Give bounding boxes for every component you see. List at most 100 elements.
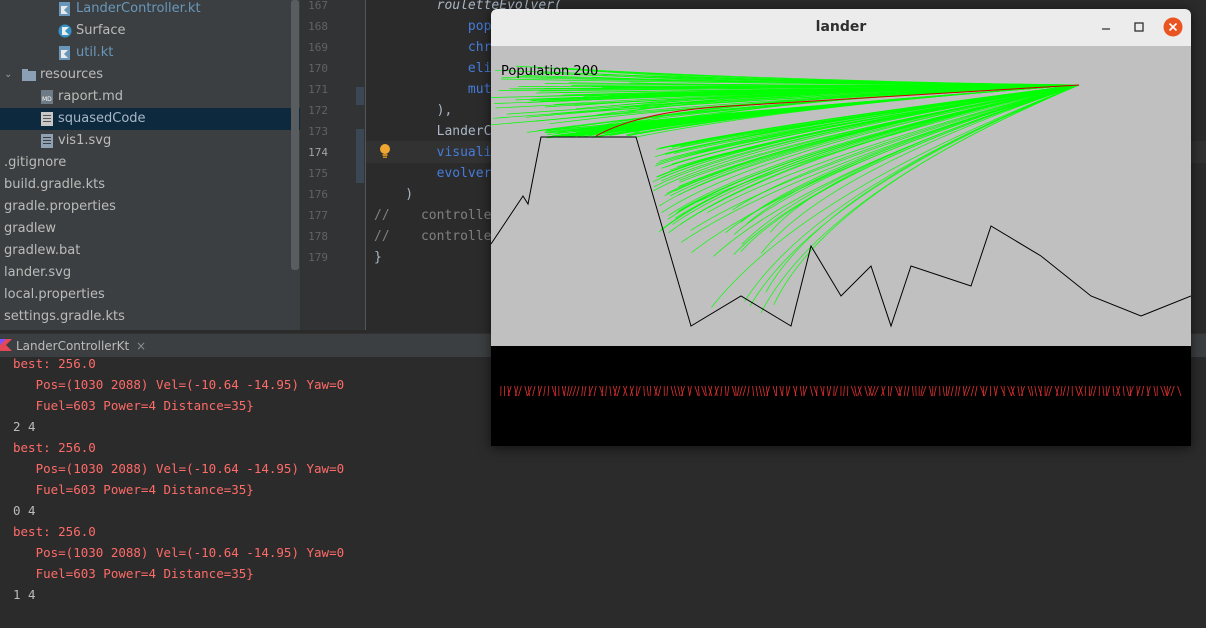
code-line[interactable]: LanderC <box>374 121 492 142</box>
tree-item[interactable]: local.properties <box>0 284 300 306</box>
tree-item[interactable]: util.kt <box>0 42 300 64</box>
fitness-bar <box>822 385 825 397</box>
line-number: 179 <box>308 251 328 264</box>
fitness-bar <box>689 385 692 397</box>
code-line[interactable]: pop <box>374 16 491 37</box>
tree-item[interactable]: lander.svg <box>0 262 300 284</box>
fitness-bar <box>933 385 937 397</box>
fitness-bar <box>974 385 978 397</box>
close-tab-icon[interactable]: × <box>136 334 146 358</box>
vcs-change-marker[interactable] <box>356 129 364 183</box>
tree-item[interactable]: MD raport.md <box>0 86 300 108</box>
line-number: 174 <box>308 146 328 159</box>
fitness-bar <box>1102 385 1105 397</box>
tree-item-label: resources <box>40 67 104 82</box>
code-line[interactable]: // controlle <box>374 226 491 247</box>
tree-item[interactable]: ⌄ resources <box>0 64 300 86</box>
tree-item[interactable]: squasedCode <box>0 108 300 130</box>
fitness-bar <box>921 385 927 397</box>
fitness-bar <box>995 385 998 397</box>
tree-item[interactable]: vis1.svg <box>0 130 300 152</box>
code-line[interactable]: visuali <box>374 142 492 163</box>
console-line: 0 4 <box>13 503 36 518</box>
fitness-bar <box>674 385 677 397</box>
code-token: pop <box>467 19 492 34</box>
code-token: mut <box>467 82 492 97</box>
code-line[interactable]: chr <box>374 37 491 58</box>
line-number: 169 <box>308 41 328 54</box>
editor-gutter: 167 168 169 170 171 172 173 174 175 176 177 178 179 <box>301 0 366 330</box>
fitness-bar <box>1007 385 1012 397</box>
tree-item-label: Surface <box>76 23 126 38</box>
fitness-bar <box>820 385 824 397</box>
fitness-bar <box>803 385 808 397</box>
fitness-bar <box>609 385 612 397</box>
project-tree: LanderController.kt Surface util.kt ⌄ resour… <box>0 0 300 330</box>
tree-item[interactable]: gradlew <box>0 218 300 240</box>
window-titlebar[interactable]: lander <box>491 9 1191 46</box>
fitness-bar <box>950 385 954 397</box>
line-number: 171 <box>308 83 328 96</box>
svg-text:MD: MD <box>42 96 52 103</box>
line-number: 175 <box>308 167 328 180</box>
tree-item-label: build.gradle.kts <box>4 177 106 192</box>
fitness-bar <box>810 385 814 397</box>
kotlin-run-icon <box>0 339 12 351</box>
console-line: Pos=(1030 2088) Vel=(-10.64 -14.95) Yaw=… <box>13 545 345 560</box>
fitness-bar <box>1166 385 1172 397</box>
vcs-change-marker[interactable] <box>356 87 364 105</box>
line-number: 168 <box>308 20 328 33</box>
fitness-bar <box>616 385 621 397</box>
fitness-bar <box>666 385 668 397</box>
svg-file-icon <box>41 134 53 148</box>
tree-item-label: settings.gradle.kts <box>4 309 125 324</box>
fitness-bar <box>1122 385 1125 397</box>
line-number: 167 <box>308 0 328 12</box>
fitness-bar <box>1136 385 1141 397</box>
code-line[interactable]: evolver <box>374 163 492 184</box>
fitness-bar <box>1034 385 1037 397</box>
tree-item[interactable]: Surface <box>0 20 300 42</box>
fitness-bar <box>747 385 750 397</box>
fitness-bar <box>524 385 528 397</box>
chevron-down-icon[interactable]: ⌄ <box>4 64 12 86</box>
line-number: 172 <box>308 104 328 117</box>
code-line[interactable]: // controlle <box>374 205 491 226</box>
code-line[interactable]: ), <box>374 100 453 121</box>
folder-icon <box>22 69 36 81</box>
tree-item[interactable]: settings.gradle.kts <box>0 306 300 328</box>
code-line[interactable]: ) <box>374 184 413 205</box>
fitness-bar <box>1153 385 1157 397</box>
fitness-bar <box>731 385 736 397</box>
tree-item-label: gradlew.bat <box>4 243 81 258</box>
code-line[interactable]: mut <box>374 79 491 100</box>
fitness-bar <box>1027 385 1032 397</box>
tree-item[interactable]: LanderController.kt <box>0 0 300 20</box>
fitness-bar <box>1084 385 1087 397</box>
close-icon[interactable] <box>1163 17 1183 37</box>
fitness-bar <box>782 385 784 397</box>
run-tab-label: LanderControllerKt <box>16 339 130 353</box>
text-file-icon <box>41 112 53 126</box>
fitness-bar <box>532 385 536 397</box>
fitness-bar <box>854 385 857 397</box>
console-line: best: 256.0 <box>13 440 96 455</box>
code-token: visuali <box>436 145 492 160</box>
tree-item[interactable]: build.gradle.kts <box>0 174 300 196</box>
markdown-file-icon: MD <box>41 90 53 104</box>
tree-item[interactable]: .gitignore <box>0 152 300 174</box>
code-line[interactable]: eli <box>374 58 491 79</box>
fitness-bar <box>1090 385 1093 397</box>
tree-item[interactable]: gradlew.bat <box>0 240 300 262</box>
console-line: 2 4 <box>13 419 36 434</box>
maximize-icon[interactable] <box>1129 17 1149 37</box>
tree-scrollbar[interactable] <box>291 0 299 270</box>
code-line[interactable]: } <box>374 247 382 268</box>
console-line: Pos=(1030 2088) Vel=(-10.64 -14.95) Yaw=… <box>13 461 345 476</box>
minimize-icon[interactable] <box>1096 17 1116 37</box>
fitness-bar <box>1106 385 1110 397</box>
fitness-bar <box>1062 385 1066 397</box>
tree-item[interactable]: gradle.properties <box>0 196 300 218</box>
fitness-bar <box>755 385 759 397</box>
